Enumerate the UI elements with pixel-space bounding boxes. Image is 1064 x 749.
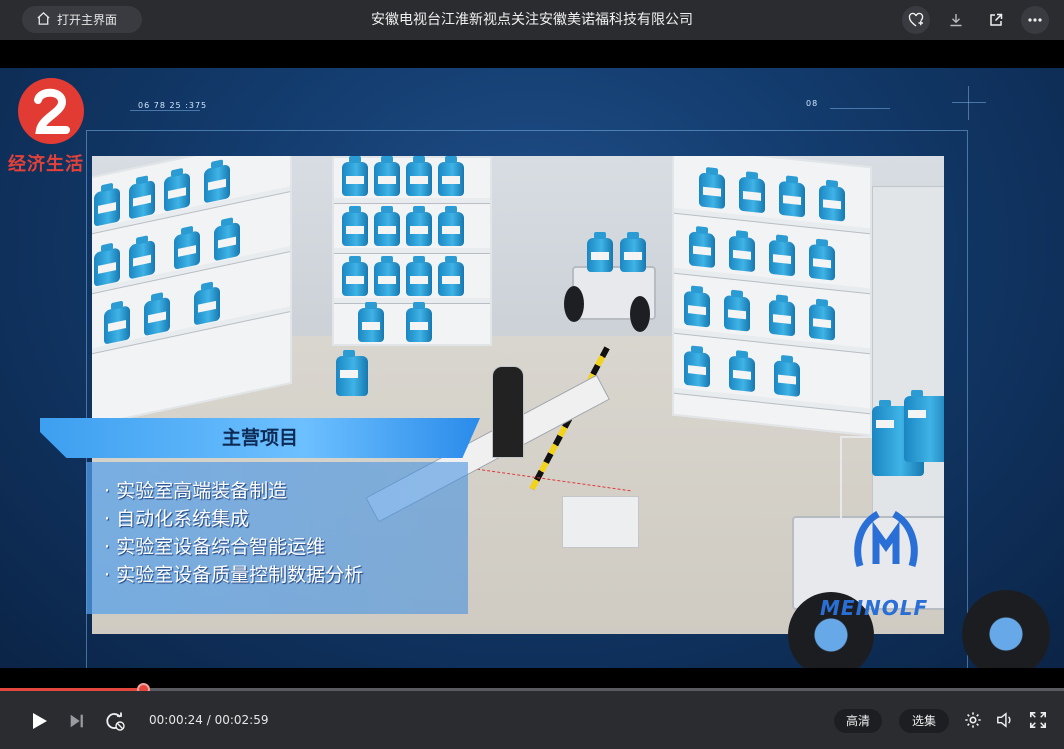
shelf-left [92,156,292,429]
robot-wheel [630,296,650,332]
top-bar: 打开主界面 安徽电视台江淮新视点关注安徽美诺福科技有限公司 [0,0,1064,40]
robot-bottle [620,232,646,272]
play-icon[interactable] [26,708,52,734]
robot-wheel [564,286,584,322]
station-logo-icon [18,78,84,144]
robot-wheel-front-right [962,590,1050,668]
next-icon[interactable] [64,708,90,734]
section-ribbon: 主营项目 [40,418,480,458]
hud-crosshair [968,86,969,120]
shelf-right [672,156,872,437]
shelf-middle [332,156,492,346]
robot-bottle [587,232,613,272]
letterbox-top [0,40,1064,68]
business-item: · 实验室设备综合智能运维 [104,536,326,558]
hud-counter-right: 08 [806,99,819,108]
hud-crosshair [952,102,986,103]
hud-counter-left: 06 78 25 :375 [138,101,208,110]
hud-line [830,108,890,109]
home-icon [36,11,51,29]
settings-gear-icon[interactable] [962,709,984,731]
download-icon[interactable] [942,6,970,34]
letterbox-bottom [0,668,1064,688]
station-name: 经济生活 [8,154,84,175]
loop-icon[interactable] [102,708,128,734]
rail-bottle [336,350,368,396]
volume-icon[interactable] [994,709,1016,731]
business-item: · 自动化系统集成 [104,508,250,530]
cable-chain [492,366,524,458]
brand-name: MEINOLF [820,596,929,620]
robot-bottle-large [904,390,944,462]
fullscreen-icon[interactable] [1027,709,1049,731]
quality-button[interactable]: 高清 [834,709,882,733]
business-item: · 实验室高端装备制造 [104,480,288,502]
hud-line [130,110,200,111]
time-display: 00:00:24 / 00:02:59 [149,713,269,727]
business-item: · 实验室设备质量控制数据分析 [104,564,364,586]
video-frame[interactable]: 06 78 25 :375 08 经济生活 主营项目 · 实验室高端装备制造 ·… [0,68,1064,668]
business-list-panel: · 实验室高端装备制造 · 自动化系统集成 · 实验室设备综合智能运维 · 实验… [86,462,468,614]
small-table [562,496,639,548]
episodes-button[interactable]: 选集 [899,709,949,733]
open-main-window-label: 打开主界面 [57,13,118,27]
open-external-icon[interactable] [982,6,1010,34]
more-icon[interactable] [1021,6,1049,34]
player-controls: 00:00:24 / 00:02:59 高清 选集 [0,691,1064,749]
brand-logo-icon [854,510,918,568]
section-title: 主营项目 [221,427,298,449]
add-to-favorites-icon[interactable] [902,6,930,34]
open-main-window-button[interactable]: 打开主界面 [22,6,142,33]
